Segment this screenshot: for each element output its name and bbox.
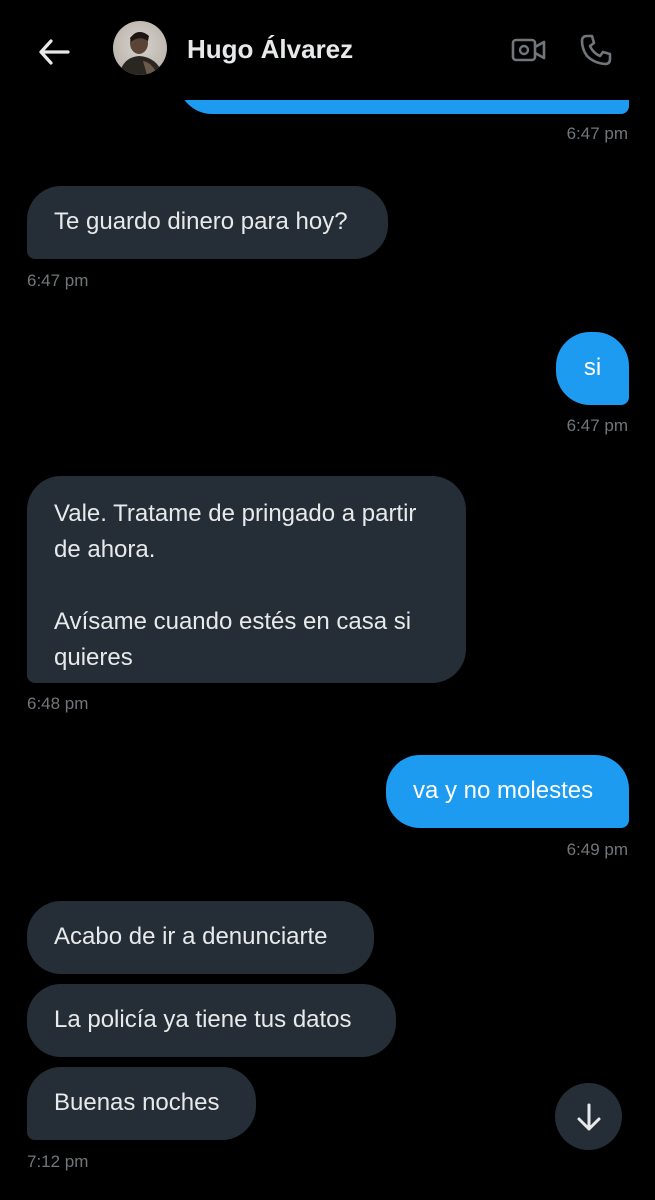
avatar[interactable]: [113, 21, 167, 75]
message-timestamp: 6:47 pm: [27, 271, 89, 290]
incoming-message-bubble[interactable]: Te guardo dinero para hoy?: [27, 186, 388, 259]
incoming-message-bubble[interactable]: La policía ya tiene tus datos: [27, 984, 396, 1057]
scroll-to-bottom-button[interactable]: [555, 1083, 622, 1150]
incoming-message-bubble[interactable]: Vale. Tratame de pringado a partir de ah…: [27, 476, 466, 683]
message-timestamp: 6:49 pm: [566, 840, 628, 859]
message-timestamp: 6:47 pm: [566, 124, 628, 143]
incoming-message-bubble[interactable]: Acabo de ir a denunciarte: [27, 901, 374, 974]
conversation-view: 6:47 pm Te guardo dinero para hoy? 6:47 …: [0, 0, 655, 1200]
chat-header: Hugo Álvarez: [0, 0, 655, 100]
arrow-left-icon: [39, 39, 70, 65]
video-call-button[interactable]: [507, 28, 551, 72]
message-timestamp: 7:12 pm: [27, 1152, 89, 1171]
phone-call-button[interactable]: [574, 28, 618, 72]
video-camera-icon: [511, 38, 546, 62]
back-button[interactable]: [30, 28, 78, 76]
message-timestamp: 6:48 pm: [27, 694, 89, 713]
contact-name[interactable]: Hugo Álvarez: [187, 33, 353, 65]
outgoing-message-bubble[interactable]: si: [556, 332, 629, 405]
outgoing-message-bubble[interactable]: va y no molestes: [386, 755, 629, 828]
message-timestamp: 6:47 pm: [566, 416, 628, 435]
arrow-down-icon: [577, 1103, 600, 1130]
incoming-message-bubble[interactable]: Buenas noches: [27, 1067, 256, 1140]
phone-icon: [580, 34, 612, 66]
